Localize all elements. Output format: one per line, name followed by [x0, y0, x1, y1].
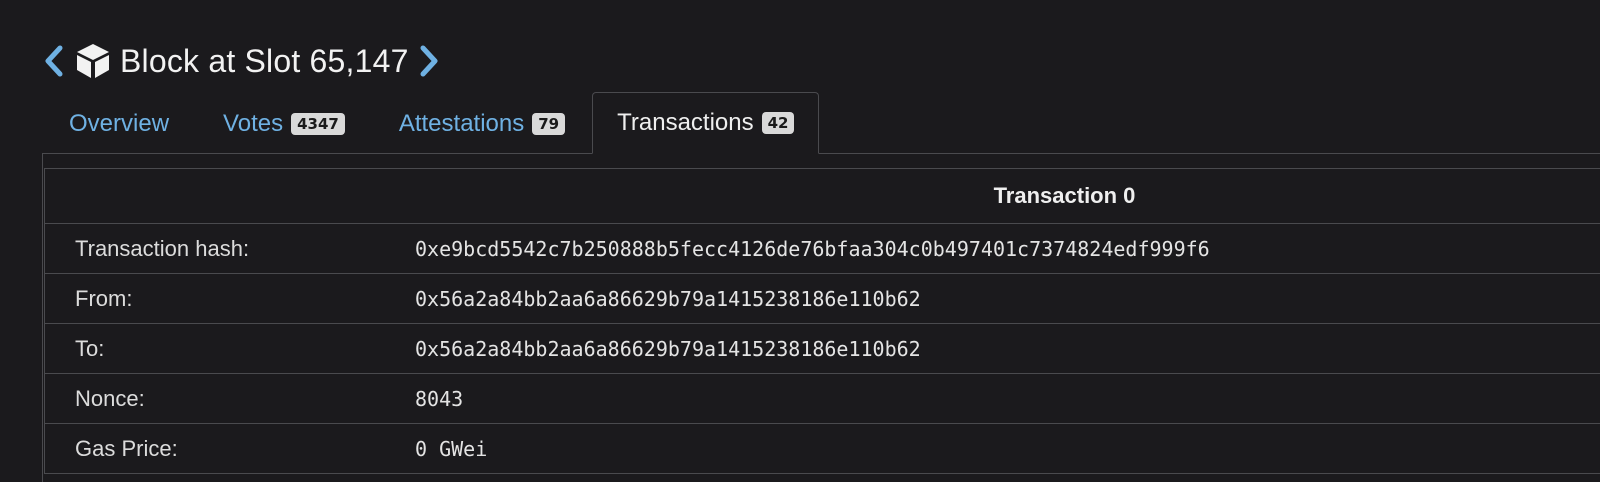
table-header-row: Transaction 0 [44, 168, 1600, 224]
tab-transactions[interactable]: Transactions 42 [592, 92, 820, 154]
table-row: To: 0x56a2a84bb2aa6a86629b79a1415238186e… [44, 323, 1600, 374]
transaction-hash-value[interactable]: 0xe9bcd5542c7b250888b5fecc4126de76bfaa30… [415, 223, 1600, 274]
tab-label: Transactions [617, 109, 754, 136]
row-label: From: [44, 273, 415, 324]
transaction-table: Transaction 0 Transaction hash: 0xe9bcd5… [44, 168, 1600, 474]
tab-label: Attestations [398, 109, 525, 137]
tab-overview[interactable]: Overview [42, 92, 196, 154]
row-label: Nonce: [44, 373, 415, 424]
to-address-value[interactable]: 0x56a2a84bb2aa6a86629b79a1415238186e110b… [415, 323, 1600, 374]
gas-price-value: 0 GWei [415, 423, 1600, 474]
table-row: Transaction hash: 0xe9bcd5542c7b250888b5… [44, 223, 1600, 274]
count-badge: 4347 [291, 112, 345, 135]
block-tabs: Overview Votes 4347 Attestations 79 Tran… [42, 92, 820, 154]
block-page: Block at Slot 65,147 Overview Votes 4347… [0, 0, 1600, 482]
chevron-left-icon[interactable] [40, 41, 68, 81]
tab-attestations[interactable]: Attestations 79 [372, 92, 592, 154]
row-label: Transaction hash: [44, 223, 415, 274]
tab-label: Overview [69, 109, 170, 137]
transaction-title-text: Transaction 0 [993, 183, 1136, 208]
tab-votes[interactable]: Votes 4347 [196, 92, 372, 154]
chevron-right-icon[interactable] [415, 41, 443, 81]
transaction-title: Transaction 0 [44, 168, 1600, 224]
table-row: Nonce: 8043 [44, 373, 1600, 424]
page-header: Block at Slot 65,147 [40, 36, 443, 86]
count-badge: 79 [532, 112, 566, 135]
cube-icon [72, 41, 114, 81]
from-address-value[interactable]: 0x56a2a84bb2aa6a86629b79a1415238186e110b… [415, 273, 1600, 324]
count-badge: 42 [761, 112, 795, 134]
row-label: To: [44, 323, 415, 374]
tab-label: Votes [223, 109, 284, 137]
table-row: Gas Price: 0 GWei [44, 423, 1600, 474]
page-title: Block at Slot 65,147 [120, 42, 409, 79]
nonce-value: 8043 [415, 373, 1600, 424]
row-label: Gas Price: [44, 423, 415, 474]
table-row: From: 0x56a2a84bb2aa6a86629b79a141523818… [44, 273, 1600, 324]
